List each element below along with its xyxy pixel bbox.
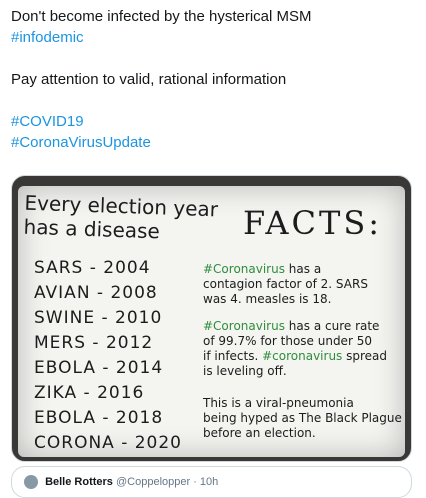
list-item: EBOLA - 2018 bbox=[34, 408, 164, 428]
board-text: contagion factor of 2. SARS bbox=[203, 277, 368, 291]
list-item: MERS - 2012 bbox=[34, 333, 154, 353]
fact-block: #Coronavirus has a contagion factor of 2… bbox=[203, 262, 368, 307]
board-text: being hyped as The Black Plague bbox=[203, 411, 402, 425]
tweet-line: Pay attention to valid, rational informa… bbox=[11, 71, 287, 88]
list-item: SARS - 2004 bbox=[34, 258, 151, 278]
board-text: was 4. measles is 18. bbox=[203, 292, 332, 306]
whiteboard: Every election year has a disease SARS -… bbox=[18, 186, 405, 457]
board-text: has a cure rate bbox=[284, 319, 380, 333]
board-text: is leveling off. bbox=[203, 364, 287, 378]
hashtag-link[interactable]: #COVID19 bbox=[11, 111, 411, 132]
tweet-text: Don't become infected by the hysterical … bbox=[11, 6, 411, 153]
quoted-user-name: Belle Rotters bbox=[45, 475, 113, 488]
board-text: spread bbox=[342, 349, 388, 363]
fact-block: This is a viral-pneumonia being hyped as… bbox=[203, 396, 402, 441]
list-item: EBOLA - 2014 bbox=[34, 358, 164, 378]
list-item: ZIKA - 2016 bbox=[34, 383, 145, 403]
board-text: if infects. bbox=[203, 349, 263, 363]
list-item: SWINE - 2010 bbox=[34, 308, 163, 328]
board-text: of 99.7% for those under 50 bbox=[203, 334, 372, 348]
list-item: CORONA - 2020 bbox=[34, 433, 182, 453]
fact-block: #Coronavirus has a cure rate of 99.7% fo… bbox=[203, 319, 387, 379]
board-title: Every election year has a disease bbox=[23, 191, 218, 246]
quoted-tweet-header: Belle Rotters @Coppelopper · 10h bbox=[24, 475, 218, 489]
tweet-image[interactable]: Every election year has a disease SARS -… bbox=[11, 175, 412, 462]
list-item: AVIAN - 2008 bbox=[34, 283, 158, 303]
disease-list: SARS - 2004 AVIAN - 2008 SWINE - 2010 ME… bbox=[34, 256, 182, 456]
facts-heading: FACTS: bbox=[243, 204, 383, 242]
board-text: has a bbox=[284, 262, 322, 276]
board-text: before an election. bbox=[203, 426, 316, 440]
avatar bbox=[24, 475, 38, 489]
hashtag-link[interactable]: #CoronaVirusUpdate bbox=[11, 132, 411, 153]
board-hashtag: #Coronavirus bbox=[203, 262, 285, 276]
board-hashtag: #Coronavirus bbox=[203, 319, 285, 333]
quoted-user-handle: @Coppelopper · 10h bbox=[115, 475, 219, 488]
board-hashtag: #coronavirus bbox=[262, 349, 343, 363]
hashtag-link[interactable]: #infodemic bbox=[11, 27, 411, 48]
tweet-line: Don't become infected by the hysterical … bbox=[11, 8, 312, 25]
quoted-tweet[interactable]: Belle Rotters @Coppelopper · 10h bbox=[11, 466, 412, 498]
board-text: This is a viral-pneumonia bbox=[203, 396, 354, 410]
